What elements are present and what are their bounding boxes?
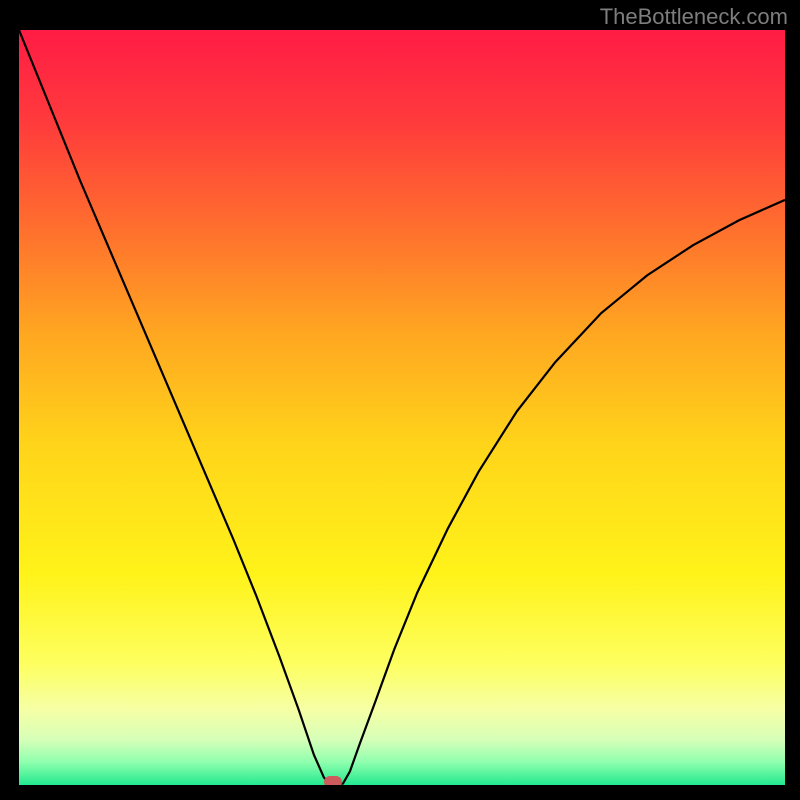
optimal-point-marker bbox=[324, 776, 342, 785]
watermark-text: TheBottleneck.com bbox=[600, 4, 788, 30]
plot-area bbox=[19, 30, 785, 785]
gradient-background bbox=[19, 30, 785, 785]
chart-svg bbox=[19, 30, 785, 785]
chart-container: TheBottleneck.com bbox=[0, 0, 800, 800]
